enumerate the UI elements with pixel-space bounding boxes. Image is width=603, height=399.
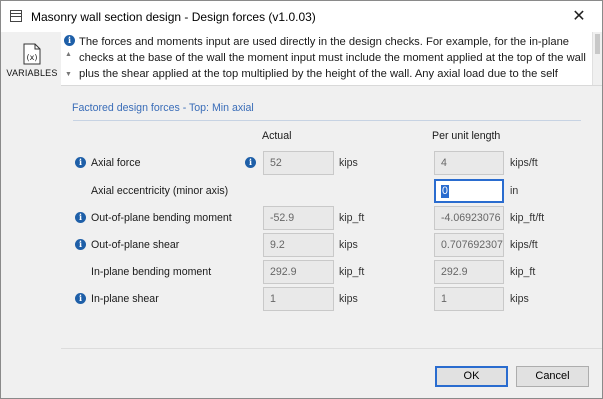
axial-eccentricity-label: Axial eccentricity (minor axis) <box>91 185 229 197</box>
oop-moment-actual-value: -52.9 <box>270 212 295 224</box>
oop-moment-per-unit-value: -4.06923076 <box>441 212 501 224</box>
cancel-button[interactable]: Cancel <box>516 366 589 387</box>
oop-moment-per-unit-unit: kip_ft/ft <box>510 212 545 224</box>
svg-text:(x): (x) <box>27 53 38 62</box>
ip-moment-actual-field[interactable]: 292.9 <box>263 260 334 284</box>
axial-eccentricity-per-unit-value: 0 <box>441 185 449 198</box>
axial-force-actual-value: 52 <box>270 157 282 169</box>
oop-shear-label: Out-of-plane shear <box>91 239 180 251</box>
banner-scroll-down-icon[interactable]: ▼ <box>65 71 72 78</box>
ip-shear-actual-value: 1 <box>270 293 276 305</box>
info-icon: i <box>64 35 75 46</box>
side-panel: (x) VARIABLES <box>2 32 61 398</box>
ip-shear-label: In-plane shear <box>91 293 159 305</box>
oop-shear-per-unit-value: 0.707692307 <box>441 239 503 251</box>
ip-moment-per-unit-value: 292.9 <box>441 266 468 278</box>
ip-shear-actual-unit: kips <box>339 293 358 305</box>
ip-moment-actual-unit: kip_ft <box>339 266 365 278</box>
banner-text: The forces and moments input are used di… <box>79 36 586 85</box>
oop-shear-actual-field[interactable]: 9.2 <box>263 233 334 257</box>
axial-force-per-unit-unit: kips/ft <box>510 157 538 169</box>
ip-shear-per-unit-field[interactable]: 1 <box>434 287 504 311</box>
ip-shear-actual-field[interactable]: 1 <box>263 287 334 311</box>
axial-force-per-unit-field[interactable]: 4 <box>434 151 504 175</box>
axial-force-info-icon[interactable]: i <box>75 157 86 168</box>
dialog-window: Masonry wall section design - Design for… <box>0 0 603 399</box>
ip-moment-label: In-plane bending moment <box>91 266 212 278</box>
main-content: i ▲ ▼ The forces and moments input are u… <box>61 32 602 398</box>
oop-moment-info-icon[interactable]: i <box>75 212 86 223</box>
window-title: Masonry wall section design - Design for… <box>31 10 316 24</box>
axial-force-actual-unit: kips <box>339 157 358 169</box>
ip-moment-actual-value: 292.9 <box>270 266 297 278</box>
section-title: Factored design forces - Top: Min axial <box>72 102 254 114</box>
oop-shear-actual-unit: kips <box>339 239 358 251</box>
axial-eccentricity-per-unit-unit: in <box>510 185 519 197</box>
oop-moment-label: Out-of-plane bending moment <box>91 212 232 224</box>
oop-shear-per-unit-unit: kips/ft <box>510 239 538 251</box>
oop-shear-actual-value: 9.2 <box>270 239 285 251</box>
ip-shear-per-unit-unit: kips <box>510 293 529 305</box>
axial-force-actual-field[interactable]: 52 <box>263 151 334 175</box>
oop-moment-actual-unit: kip_ft <box>339 212 365 224</box>
info-banner: i ▲ ▼ The forces and moments input are u… <box>61 32 602 86</box>
title-bar[interactable]: Masonry wall section design - Design for… <box>1 1 602 32</box>
ip-moment-per-unit-field[interactable]: 292.9 <box>434 260 504 284</box>
oop-moment-actual-field[interactable]: -52.9 <box>263 206 334 230</box>
axial-force-label: Axial force <box>91 157 141 169</box>
close-button[interactable]: ✕ <box>556 1 602 32</box>
banner-scroll-up-icon[interactable]: ▲ <box>65 51 72 58</box>
ip-moment-per-unit-unit: kip_ft <box>510 266 536 278</box>
oop-shear-info-icon[interactable]: i <box>75 239 86 250</box>
section-divider <box>73 120 581 121</box>
axial-force-actual-info-icon[interactable]: i <box>245 157 256 168</box>
oop-shear-per-unit-field[interactable]: 0.707692307 <box>434 233 504 257</box>
variables-button[interactable]: (x) VARIABLES <box>5 40 59 84</box>
oop-moment-per-unit-field[interactable]: -4.06923076 <box>434 206 504 230</box>
variables-icon: (x) <box>23 43 41 65</box>
axial-force-per-unit-value: 4 <box>441 157 447 169</box>
variables-label: VARIABLES <box>6 68 58 78</box>
app-window-icon <box>10 10 22 22</box>
column-header-actual: Actual <box>262 130 292 142</box>
axial-eccentricity-per-unit-field[interactable]: 0 <box>434 179 504 203</box>
footer-divider <box>61 348 602 349</box>
ip-shear-per-unit-value: 1 <box>441 293 447 305</box>
banner-scrollbar[interactable] <box>592 32 602 85</box>
ip-shear-info-icon[interactable]: i <box>75 293 86 304</box>
column-header-per-unit: Per unit length <box>432 130 501 142</box>
ok-button[interactable]: OK <box>435 366 508 387</box>
